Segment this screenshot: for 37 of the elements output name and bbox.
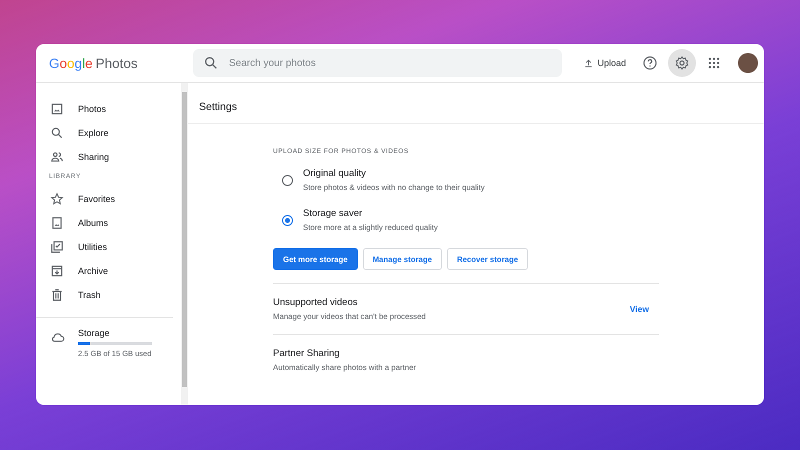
option-title: Storage saver xyxy=(303,208,364,219)
sidebar-item[interactable]: Explore xyxy=(36,121,181,145)
upload-button[interactable]: Upload xyxy=(577,54,632,72)
sidebar-item[interactable]: Utilities xyxy=(36,235,181,259)
scrollbar[interactable] xyxy=(181,83,188,405)
app-logo[interactable]: Google Photos xyxy=(49,56,193,70)
search-input[interactable]: Search your photos xyxy=(227,56,552,70)
archive-icon xyxy=(50,264,64,278)
page-title: Settings xyxy=(188,83,764,124)
sidebar-item[interactable]: Sharing xyxy=(36,145,181,169)
upload-icon xyxy=(583,58,594,68)
search-icon xyxy=(50,126,64,140)
storage-label[interactable]: Storage xyxy=(78,328,152,338)
sidebar-item[interactable]: Photos xyxy=(36,97,181,121)
avatar[interactable] xyxy=(738,53,758,73)
setting-title: Partner Sharing xyxy=(273,348,341,359)
sidebar-item[interactable]: Archive xyxy=(36,259,181,283)
sidebar-item[interactable]: Trash xyxy=(36,283,181,307)
settings-button[interactable] xyxy=(668,49,696,77)
radio-button[interactable] xyxy=(282,174,293,186)
sidebar-item[interactable]: Favorites xyxy=(36,187,181,211)
search-icon xyxy=(203,55,219,71)
trash-icon xyxy=(50,288,64,302)
people-icon xyxy=(50,150,64,164)
setting-title: Unsupported videos xyxy=(273,297,358,308)
settings-icon xyxy=(674,55,690,71)
album-icon xyxy=(50,216,64,230)
image-icon xyxy=(50,102,64,116)
help-icon xyxy=(642,55,658,71)
checklist-icon xyxy=(50,240,64,254)
view-link[interactable]: View xyxy=(630,304,649,314)
star-icon xyxy=(50,192,64,206)
grid-icon xyxy=(707,56,721,70)
search-field[interactable]: Search your photos xyxy=(193,49,562,77)
radio-button[interactable] xyxy=(282,214,293,226)
sidebar-item[interactable]: Albums xyxy=(36,211,181,235)
option-title: Original quality xyxy=(303,168,367,179)
